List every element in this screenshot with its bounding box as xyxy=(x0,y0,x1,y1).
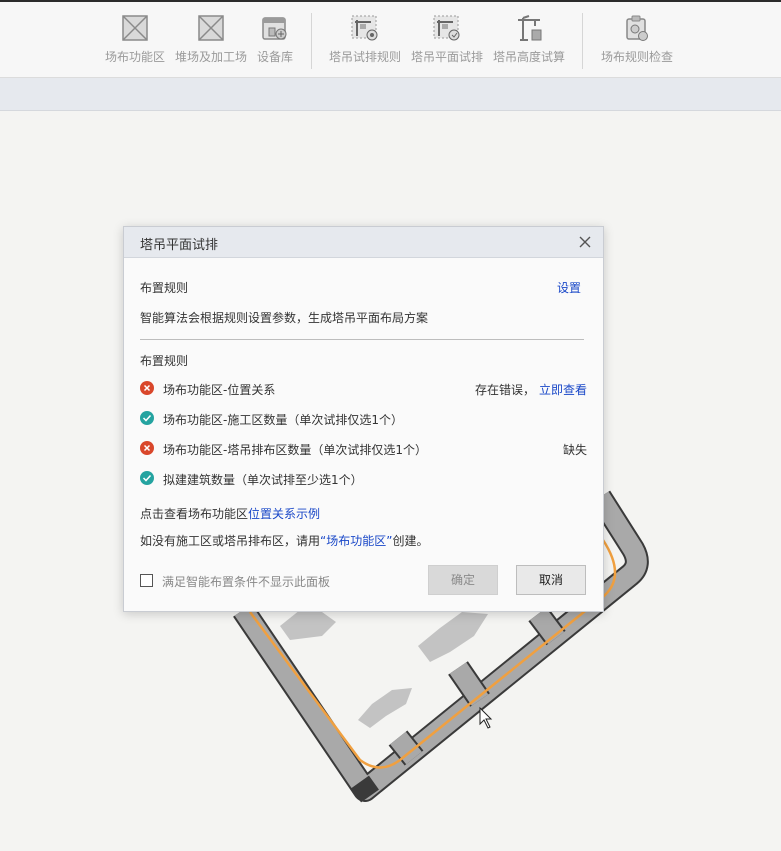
hint-line: 如没有施工区或塔吊排布区，请用“场布功能区”创建。 xyxy=(140,532,428,549)
confirm-button[interactable]: 确定 xyxy=(428,565,498,595)
cancel-button[interactable]: 取消 xyxy=(516,565,586,595)
example-prefix: 点击查看场布功能区 xyxy=(140,507,249,521)
example-line: 点击查看场布功能区位置关系示例 xyxy=(140,505,320,522)
placeholder-image-icon xyxy=(197,14,225,42)
tool-label: 场布功能区 xyxy=(105,50,166,64)
tool-label: 设备库 xyxy=(257,50,294,64)
toolbar-separator xyxy=(582,13,583,69)
crane-plane-layout-dialog: 塔吊平面试排 布置规则 设置 智能算法会根据规则设置参数，生成塔吊平面布局方案 … xyxy=(123,226,604,612)
rule-note: 存在错误， xyxy=(475,383,536,397)
rule-note: 缺失 xyxy=(563,443,588,457)
error-icon xyxy=(140,381,154,395)
section-title-layout-rules: 布置规则 xyxy=(140,281,189,295)
mouse-cursor-icon xyxy=(479,706,493,729)
placeholder-image-icon xyxy=(121,14,149,42)
dialog-description: 智能算法会根据规则设置参数，生成塔吊平面布局方案 xyxy=(140,311,429,325)
ribbon-toolbar: 场布功能区 堆场及加工场 设备库 塔吊试排规则 塔吊平面试排 塔吊高度试算 场布… xyxy=(0,2,781,78)
error-icon xyxy=(140,441,154,455)
tool-label: 塔吊平面试排 xyxy=(411,50,484,64)
tool-label: 堆场及加工场 xyxy=(175,50,248,64)
crane-plane-button[interactable]: 塔吊平面试排 xyxy=(411,14,483,70)
crane-height-icon xyxy=(515,14,543,42)
tool-label: 塔吊试排规则 xyxy=(329,50,402,64)
dialog-header: 塔吊平面试排 xyxy=(124,227,603,258)
crane-rule-button[interactable]: 塔吊试排规则 xyxy=(329,14,401,70)
rule-text: 场布功能区-施工区数量（单次试排仅选1个） xyxy=(163,413,403,427)
secondary-toolbar xyxy=(0,78,781,111)
equipment-library-button[interactable]: 设备库 xyxy=(257,14,293,70)
settings-link[interactable]: 设置 xyxy=(557,279,581,296)
crane-height-button[interactable]: 塔吊高度试算 xyxy=(493,14,565,70)
dont-show-label: 满足智能布置条件不显示此面板 xyxy=(162,575,331,589)
tool-label: 塔吊高度试算 xyxy=(493,50,566,64)
tool-label: 场布规则检查 xyxy=(601,50,674,64)
close-icon[interactable] xyxy=(577,234,593,250)
view-now-link[interactable]: 立即查看 xyxy=(539,381,587,398)
check-icon xyxy=(140,411,154,425)
position-example-link[interactable]: 位置关系示例 xyxy=(248,507,320,521)
dont-show-checkbox[interactable] xyxy=(140,574,153,587)
site-function-zone-link[interactable]: “场布功能区” xyxy=(320,534,392,548)
dialog-title: 塔吊平面试排 xyxy=(140,238,219,253)
crane-plane-icon xyxy=(433,14,461,42)
yard-processing-button[interactable]: 堆场及加工场 xyxy=(175,14,247,70)
rule-text: 拟建建筑数量（单次试排至少选1个） xyxy=(163,473,363,487)
rule-check-icon xyxy=(623,14,651,42)
divider xyxy=(140,339,584,340)
rule-check-button[interactable]: 场布规则检查 xyxy=(601,14,673,70)
check-icon xyxy=(140,471,154,485)
hint-suffix: 创建。 xyxy=(392,534,429,548)
rule-text: 场布功能区-塔吊排布区数量（单次试排仅选1个） xyxy=(163,443,427,457)
hint-prefix: 如没有施工区或塔吊排布区，请用 xyxy=(140,534,321,548)
equipment-library-icon xyxy=(261,14,289,42)
site-function-zone-button[interactable]: 场布功能区 xyxy=(105,14,165,70)
section-title-rule-status: 布置规则 xyxy=(140,354,189,368)
rule-text: 场布功能区-位置关系 xyxy=(163,383,276,397)
toolbar-separator xyxy=(311,13,312,69)
crane-rule-icon xyxy=(351,14,379,42)
